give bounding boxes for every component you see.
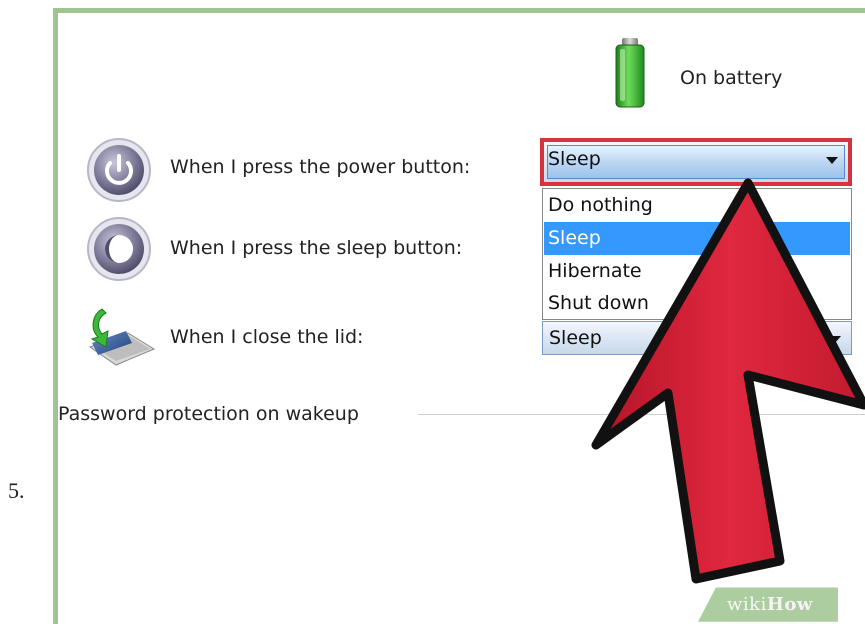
power-icon [87,138,151,202]
power-button-label: When I press the power button: [170,156,471,178]
wikihow-watermark: wikiHow [727,594,813,615]
select-value: Sleep [549,327,602,349]
power-button-dropdown-list: Do nothing Sleep Hibernate Shut down [542,188,852,320]
power-options-window: On battery When I press the power button… [53,8,865,624]
option-sleep[interactable]: Sleep [544,222,850,255]
sleep-icon [87,217,151,281]
watermark-how: How [766,594,813,615]
watermark-wiki: wiki [727,594,767,615]
option-shut-down[interactable]: Shut down [544,287,850,320]
chevron-down-icon [829,336,841,343]
password-protection-heading: Password protection on wakeup [58,403,367,425]
step-number: 5. [8,478,25,503]
close-lid-label: When I close the lid: [170,326,364,348]
power-button-action-select[interactable]: Sleep [540,138,852,186]
chevron-down-icon [826,157,838,164]
battery-icon [615,38,645,108]
option-do-nothing[interactable]: Do nothing [544,189,850,222]
select-value: Sleep [548,148,601,170]
close-lid-action-select[interactable]: Sleep [542,321,852,355]
group-divider [418,414,865,415]
laptop-lid-icon [88,308,156,366]
sleep-button-label: When I press the sleep button: [170,237,463,259]
option-hibernate[interactable]: Hibernate [544,255,850,288]
on-battery-header: On battery [680,67,783,89]
